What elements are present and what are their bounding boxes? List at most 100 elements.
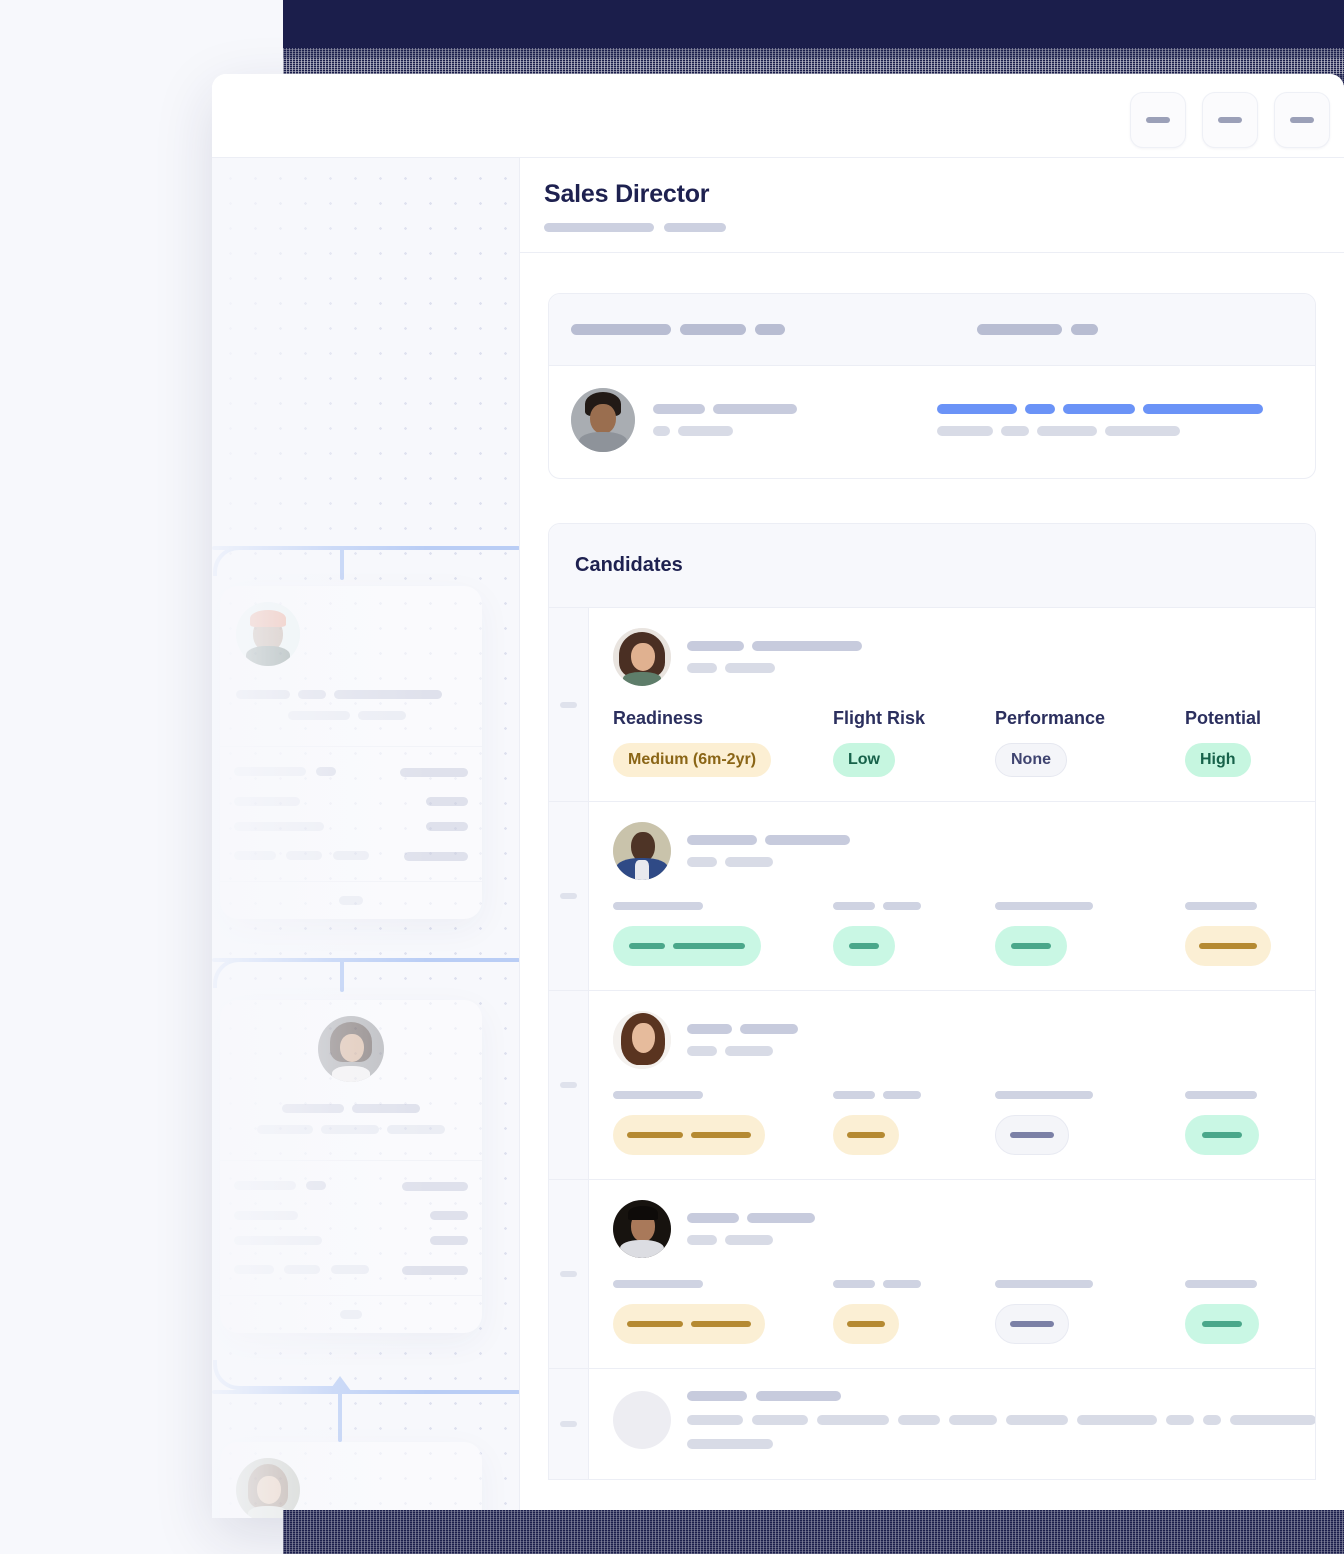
skeleton-bar xyxy=(544,223,654,232)
skeleton-bar xyxy=(653,426,670,436)
table-row[interactable]: Readiness Medium (6m-2yr) Flight Risk Lo… xyxy=(549,608,1315,802)
row-gutter[interactable] xyxy=(549,1369,589,1479)
status-badge-performance[interactable] xyxy=(995,926,1067,966)
candidates-header: Candidates xyxy=(549,524,1315,608)
status-badge-readiness[interactable] xyxy=(613,926,761,966)
divider xyxy=(220,1160,482,1161)
metric-performance xyxy=(995,1091,1185,1155)
skeleton-bar xyxy=(1230,1415,1315,1425)
metric-potential: Potential High xyxy=(1185,708,1291,777)
skeleton-bar xyxy=(747,1213,815,1223)
status-badge-performance[interactable]: None xyxy=(995,743,1067,777)
skeleton-bar xyxy=(687,1415,743,1425)
status-badge-flight-risk[interactable] xyxy=(833,1115,899,1155)
skeleton-bar xyxy=(1105,426,1180,436)
avatar-man-grey-hoodie xyxy=(571,388,635,452)
skeleton-bar xyxy=(1166,1415,1194,1425)
status-badge-readiness[interactable] xyxy=(613,1115,765,1155)
subtitle-placeholders xyxy=(544,223,1320,232)
backdrop-bottom-noise xyxy=(283,1510,1344,1554)
status-badge-flight-risk[interactable] xyxy=(833,926,895,966)
candidate-metrics: Readiness Medium (6m-2yr) Flight Risk Lo… xyxy=(613,708,1291,777)
metric-performance: Performance None xyxy=(995,708,1185,777)
candidate-row-body: Readiness Medium (6m-2yr) Flight Risk Lo… xyxy=(589,608,1315,801)
row-gutter[interactable] xyxy=(549,991,589,1179)
skeleton-bar xyxy=(756,1391,841,1401)
status-badge-potential[interactable] xyxy=(1185,1115,1259,1155)
status-badge-readiness[interactable] xyxy=(613,1304,765,1344)
dash-placeholder-icon xyxy=(1290,117,1314,123)
candidate-identity[interactable] xyxy=(613,1391,1315,1449)
skeleton-bar xyxy=(571,324,671,335)
skeleton-bar xyxy=(755,324,785,335)
table-row[interactable] xyxy=(549,991,1315,1180)
skeleton-bar xyxy=(687,1046,717,1056)
row-gutter[interactable] xyxy=(549,1180,589,1368)
skeleton-bar xyxy=(725,1046,773,1056)
candidate-identity[interactable] xyxy=(613,628,1291,686)
candidate-identity[interactable] xyxy=(613,1011,1291,1069)
skeleton-bar xyxy=(288,711,350,720)
status-badge-performance[interactable] xyxy=(995,1304,1069,1344)
metric-performance xyxy=(995,902,1185,966)
connector-elbow-top xyxy=(213,546,343,576)
avatar-man-orange-beanie xyxy=(236,602,300,666)
skeleton-bar xyxy=(298,690,326,699)
skeleton-bar xyxy=(752,641,862,651)
skeleton-bar xyxy=(1037,426,1097,436)
backdrop-top-noise xyxy=(283,48,1344,74)
skeleton-bar xyxy=(678,426,733,436)
row-gutter[interactable] xyxy=(549,802,589,990)
skeleton-bar xyxy=(949,1415,997,1425)
toolbar-button-2[interactable] xyxy=(1202,92,1258,148)
candidate-identity[interactable] xyxy=(613,822,1291,880)
summary-progress-bars xyxy=(937,404,1263,436)
connector-line-vertical-bottom xyxy=(338,1390,342,1442)
status-badge-flight-risk[interactable]: Low xyxy=(833,743,895,777)
status-badge-potential[interactable]: High xyxy=(1185,743,1251,777)
skeleton-bar xyxy=(687,1391,747,1401)
connector-line-horizontal-bottom xyxy=(212,1390,519,1394)
skeleton-bar xyxy=(752,1415,808,1425)
divider xyxy=(220,746,482,747)
org-card-2[interactable] xyxy=(220,1000,482,1333)
candidate-identity[interactable] xyxy=(613,1200,1291,1258)
connector-elbow-bottom xyxy=(213,1360,343,1390)
candidate-metrics xyxy=(613,902,1291,966)
table-row[interactable] xyxy=(549,1180,1315,1369)
org-card-1[interactable] xyxy=(220,586,482,919)
org-card-footer xyxy=(220,1310,482,1333)
org-card-detail-line xyxy=(234,797,468,806)
table-row[interactable] xyxy=(549,802,1315,991)
org-card-3[interactable] xyxy=(220,1442,482,1518)
metric-readiness: Readiness Medium (6m-2yr) xyxy=(613,708,833,777)
candidate-skeleton-lines xyxy=(687,1391,1315,1449)
metric-potential xyxy=(1185,1091,1291,1155)
status-badge-performance[interactable] xyxy=(995,1115,1069,1155)
candidate-row-body xyxy=(589,1369,1315,1479)
connector-elbow-mid xyxy=(213,958,343,988)
connector-line-vertical-top xyxy=(340,546,344,580)
page-title: Sales Director xyxy=(544,180,710,208)
status-badge-potential[interactable] xyxy=(1185,926,1271,966)
toolbar-button-3[interactable] xyxy=(1274,92,1330,148)
table-row[interactable] xyxy=(549,1369,1315,1479)
detail-header: Sales Director xyxy=(520,158,1344,253)
candidate-row-body xyxy=(589,991,1315,1179)
summary-card[interactable] xyxy=(548,293,1316,479)
skeleton-bar xyxy=(1203,1415,1221,1425)
status-badge-readiness[interactable]: Medium (6m-2yr) xyxy=(613,743,772,777)
toolbar-button-1[interactable] xyxy=(1130,92,1186,148)
status-badge-potential[interactable] xyxy=(1185,1304,1259,1344)
status-badge-flight-risk[interactable] xyxy=(833,1304,899,1344)
org-chart-canvas[interactable] xyxy=(212,158,520,1518)
avatar-man-suit-outdoors xyxy=(613,822,671,880)
summary-card-person-row[interactable] xyxy=(549,366,1315,478)
candidate-row-body xyxy=(589,802,1315,990)
metric-flight-risk xyxy=(833,1280,995,1344)
metric-label: Readiness xyxy=(613,708,704,728)
skeleton-bar xyxy=(1077,1415,1157,1425)
candidates-title: Candidates xyxy=(575,554,683,576)
row-gutter[interactable] xyxy=(549,608,589,801)
candidates-panel: Candidates Readiness Medium (6m-2yr) Fli… xyxy=(548,523,1316,1480)
